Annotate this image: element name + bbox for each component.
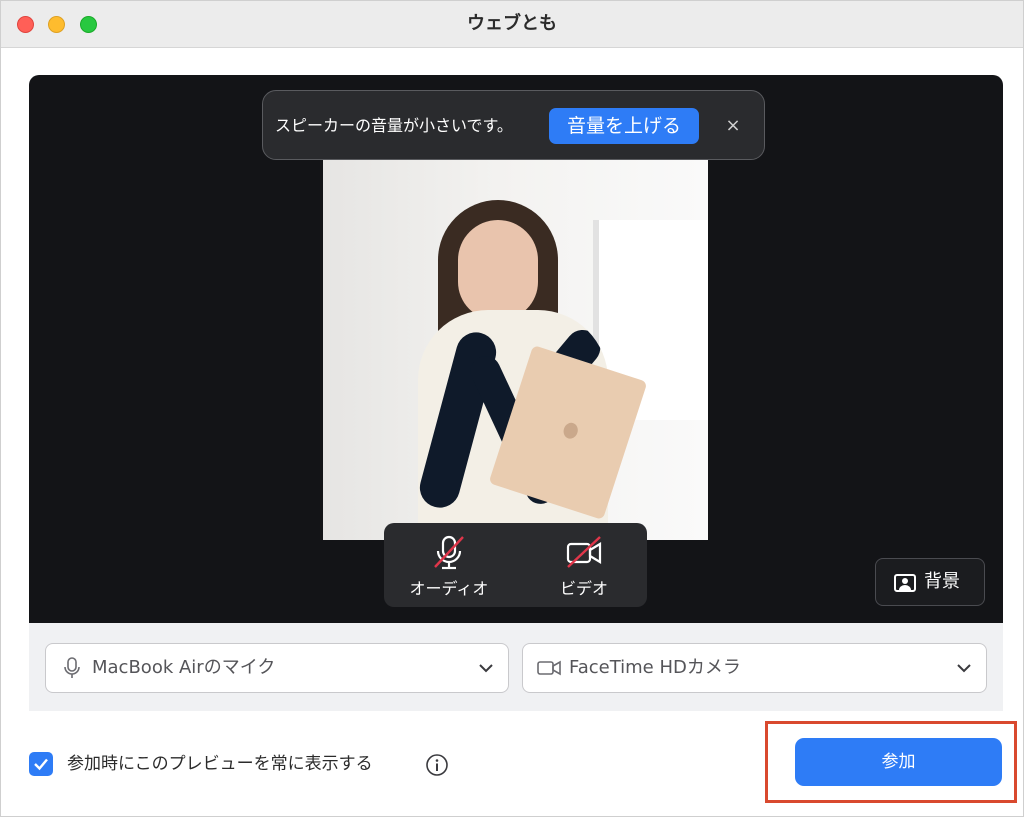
notification-message: スピーカーの音量が小さいです。 bbox=[275, 116, 513, 135]
background-label: 背景 bbox=[924, 571, 960, 592]
chevron-down-icon bbox=[957, 664, 971, 673]
audio-label: オーディオ bbox=[409, 579, 489, 598]
device-selector-bar: MacBook Airのマイク FaceTime HDカメラ bbox=[29, 623, 1003, 711]
video-toggle-button[interactable]: ビデオ bbox=[529, 523, 639, 607]
app-window: ウェブとも スピーカーの音量が小さいです。 音量を上げる × オーディオ ビデオ… bbox=[0, 0, 1024, 817]
join-button[interactable]: 参加 bbox=[795, 738, 1002, 786]
background-button[interactable]: 背景 bbox=[875, 558, 985, 606]
raise-volume-button[interactable]: 音量を上げる bbox=[549, 108, 699, 144]
title-bar: ウェブとも bbox=[1, 1, 1023, 48]
camera-value: FaceTime HDカメラ bbox=[569, 657, 741, 678]
camera-preview-image bbox=[323, 160, 708, 540]
microphone-select[interactable]: MacBook Airのマイク bbox=[45, 643, 509, 693]
video-label: ビデオ bbox=[559, 579, 608, 598]
low-volume-notification: スピーカーの音量が小さいです。 音量を上げる × bbox=[262, 90, 765, 160]
close-notification-icon[interactable]: × bbox=[718, 108, 748, 144]
av-controls: オーディオ ビデオ bbox=[384, 523, 647, 607]
camera-select[interactable]: FaceTime HDカメラ bbox=[522, 643, 987, 693]
video-preview-area: スピーカーの音量が小さいです。 音量を上げる × オーディオ ビデオ 背景 bbox=[29, 75, 1003, 623]
audio-toggle-button[interactable]: オーディオ bbox=[394, 523, 504, 607]
camera-off-icon bbox=[566, 536, 602, 568]
camera-icon bbox=[537, 660, 561, 676]
always-preview-label[interactable]: 参加時にこのプレビューを常に表示する bbox=[67, 749, 373, 779]
background-image-icon bbox=[894, 574, 916, 592]
microphone-icon bbox=[64, 657, 80, 678]
window-title: ウェブとも bbox=[467, 13, 557, 34]
chevron-down-icon bbox=[479, 664, 493, 673]
always-preview-checkbox[interactable] bbox=[29, 752, 53, 776]
microphone-value: MacBook Airのマイク bbox=[92, 657, 276, 678]
checkmark-icon bbox=[34, 758, 48, 771]
info-icon[interactable] bbox=[425, 753, 449, 777]
mic-muted-icon bbox=[434, 535, 464, 570]
